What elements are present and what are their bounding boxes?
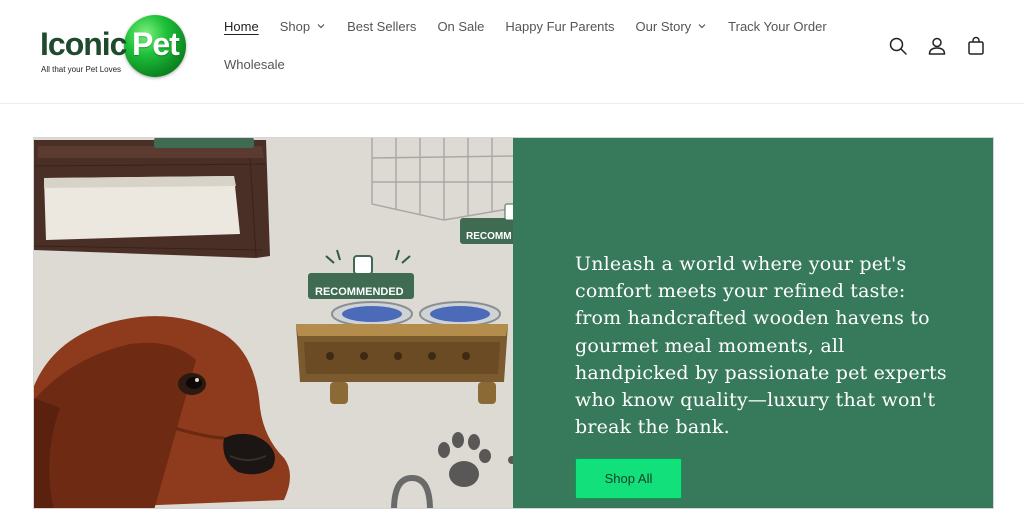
hero-banner: RECOMM RECOMMENDED Unleash a world where… <box>33 137 994 509</box>
logo-text-iconic: Iconic <box>40 26 127 62</box>
nav-row-2: Wholesale <box>224 52 864 76</box>
badge-label: RECOMMENDED <box>315 286 404 298</box>
site-header: Iconic Pet All that your Pet Loves Home … <box>0 0 1024 104</box>
chevron-down-icon <box>698 24 706 29</box>
chevron-down-icon <box>317 24 325 29</box>
hero-text-panel: Unleash a world where your pet's comfort… <box>513 138 993 508</box>
nav-wholesale[interactable]: Wholesale <box>224 57 285 72</box>
cart-icon[interactable] <box>964 34 988 58</box>
bowl-feeder-image <box>296 301 508 404</box>
nav-our-story-label: Our Story <box>635 18 692 34</box>
nav-track-your-order[interactable]: Track Your Order <box>728 19 827 34</box>
nav-wholesale-label: Wholesale <box>224 56 285 72</box>
main-nav: Home Shop Best Sellers On Sale Happy Fur… <box>224 14 864 90</box>
badge-label-short: RECOMM <box>466 231 512 242</box>
nav-shop[interactable]: Shop <box>280 19 326 34</box>
logo-tagline: All that your Pet Loves <box>41 65 122 74</box>
logo-text-pet: Pet <box>132 26 180 62</box>
search-icon[interactable] <box>886 34 910 58</box>
hero-description: Unleash a world where your pet's comfort… <box>575 253 947 439</box>
nav-our-story[interactable]: Our Story <box>636 19 708 34</box>
nav-best-sellers[interactable]: Best Sellers <box>347 19 416 34</box>
recommended-badge: RECOMMENDED <box>308 249 414 299</box>
pet-pen-image <box>371 138 513 221</box>
nav-happy-fur-parents-label: Happy Fur Parents <box>505 18 615 34</box>
nav-on-sale-label: On Sale <box>437 18 485 34</box>
nav-on-sale[interactable]: On Sale <box>437 19 484 34</box>
nav-shop-label: Shop <box>279 18 311 34</box>
nav-track-your-order-label: Track Your Order <box>728 18 827 34</box>
leash-clip-image <box>391 474 433 508</box>
nav-row-1: Home Shop Best Sellers On Sale Happy Fur… <box>224 14 864 38</box>
paw-print-icon <box>438 432 513 487</box>
nav-home[interactable]: Home <box>224 19 259 34</box>
nav-home-label: Home <box>224 18 259 34</box>
header-icons <box>871 34 988 58</box>
logo[interactable]: Iconic Pet All that your Pet Loves <box>38 12 190 78</box>
hero-image: RECOMM RECOMMENDED <box>34 138 513 508</box>
dog-image <box>34 316 290 508</box>
account-icon[interactable] <box>925 34 949 58</box>
pet-bed-image <box>34 140 270 258</box>
nav-happy-fur-parents[interactable]: Happy Fur Parents <box>505 19 614 34</box>
shop-all-button[interactable]: Shop All <box>575 458 682 499</box>
nav-best-sellers-label: Best Sellers <box>347 18 417 34</box>
hero-illustration: RECOMM RECOMMENDED <box>34 138 513 508</box>
